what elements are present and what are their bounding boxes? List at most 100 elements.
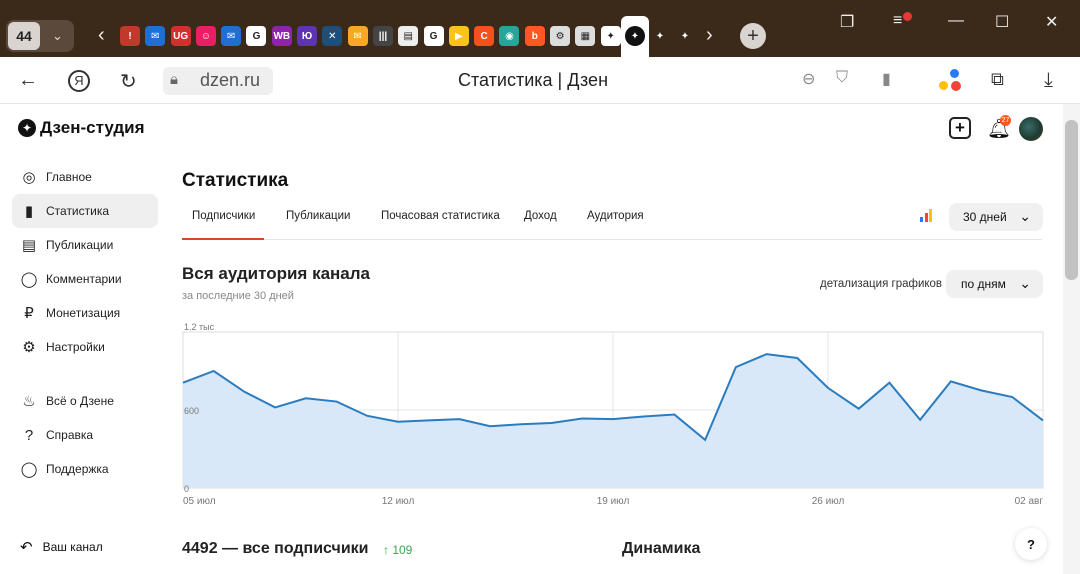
sidebar-item-flame[interactable]: ♨ Всё о Дзене: [12, 384, 158, 418]
sidebar-item-label: Комментарии: [46, 272, 122, 286]
translate-icon[interactable]: ⧉: [991, 69, 1004, 90]
tab-audience[interactable]: Аудитория: [587, 210, 644, 222]
tab-favicon[interactable]: ⚙: [550, 26, 571, 46]
sidebar-item-question[interactable]: ? Справка: [12, 418, 158, 452]
download-icon[interactable]: ⤓: [1044, 69, 1053, 92]
detail-label: детализация графиков: [820, 278, 943, 290]
alice-icon[interactable]: [939, 69, 965, 93]
total-subscribers: 4492 — все подписчики: [182, 540, 369, 557]
y-tick-label: 0: [184, 484, 189, 494]
new-tab-button[interactable]: +: [740, 23, 766, 49]
audience-chart[interactable]: 1.2 тыс 600 0 05 июл 12 июл 19 июл 26 июл 02 ав…: [180, 318, 1050, 510]
tab-favicon[interactable]: ☺: [195, 26, 216, 46]
shield-icon[interactable]: ⛉: [836, 69, 848, 87]
tab-favicon[interactable]: ▦: [575, 26, 596, 46]
tab-favicon[interactable]: ✦: [675, 26, 695, 46]
help-button[interactable]: ?: [1015, 528, 1047, 560]
page-title: Статистика | Дзен: [458, 70, 609, 90]
detail-value: по дням: [961, 277, 1006, 291]
tab-favicon[interactable]: !: [120, 26, 140, 46]
create-button[interactable]: +: [949, 117, 971, 139]
sidebar-item-comments[interactable]: ◯ Комментарии: [12, 262, 158, 296]
tabs-scroll-right-icon[interactable]: ›: [706, 24, 713, 47]
sidebar-item-stats[interactable]: ▮ Статистика: [12, 194, 158, 228]
gear-icon: ⚙: [22, 339, 36, 356]
dzen-logo-icon: ✦: [18, 119, 36, 137]
zoom-icon[interactable]: ⊖: [802, 69, 815, 89]
tab-favicon[interactable]: |||: [372, 26, 393, 46]
tab-publications[interactable]: Публикации: [286, 210, 350, 222]
tab-favicon[interactable]: C: [474, 26, 495, 46]
tab-favicons: ! ✉ UG ☺ ✉ G WB Ю ✕ ✉ ||| ▤ G ▶ C ◉ b ⚙ ▦ ✦: [120, 26, 621, 46]
tab-favicon[interactable]: G: [423, 26, 444, 46]
browser-tab-strip: 44 ⌄ ‹ ! ✉ UG ☺ ✉ G WB Ю ✕ ✉ ||| ▤ G ▶ C ◉ b ⚙ ▦ ✦ ✦ ✦ ✦ › …: [0, 0, 1080, 57]
sidebar-item-label: Статистика: [46, 204, 110, 218]
tab-favicon[interactable]: ✦: [650, 26, 670, 46]
period-select[interactable]: 30 дней ⌄: [949, 203, 1043, 231]
tab-hourly[interactable]: Почасовая статистика: [381, 210, 500, 222]
y-tick-label: 600: [184, 406, 199, 416]
section-subtitle: за последние 30 дней: [182, 290, 294, 302]
tab-favicon[interactable]: ✉: [145, 26, 166, 46]
tab-income[interactable]: Доход: [524, 210, 557, 222]
tab-favicon[interactable]: ✉: [221, 26, 242, 46]
tab-favicon[interactable]: G: [246, 26, 267, 46]
x-tick-label: 05 июл: [183, 496, 216, 507]
your-channel-label: Ваш канал: [42, 540, 103, 554]
sidebar-item-publications[interactable]: ▤ Публикации: [12, 228, 158, 262]
menu-icon[interactable]: ≡: [893, 12, 902, 30]
section-title: Вся аудитория канала: [182, 264, 371, 283]
tab-favicon[interactable]: Ю: [297, 26, 318, 46]
x-tick-label: 02 авг: [1015, 496, 1044, 507]
sidebar-item-ruble[interactable]: ₽ Монетизация: [12, 296, 158, 330]
sidebar-item-label: Поддержка: [46, 462, 109, 476]
x-tick-label: 19 июл: [597, 496, 630, 507]
back-arrow-icon[interactable]: ←: [18, 69, 38, 92]
bookmarks-panel-icon[interactable]: ❐: [840, 12, 854, 32]
tabs-scroll-left-icon[interactable]: ‹: [98, 24, 105, 47]
scrollbar-thumb[interactable]: [1065, 120, 1078, 280]
stats-icon: ▮: [24, 203, 34, 220]
close-icon[interactable]: ✕: [1045, 12, 1058, 32]
notification-count-badge: 27: [1000, 115, 1011, 126]
sidebar-item-label: Главное: [46, 170, 92, 184]
tab-favicon[interactable]: UG: [170, 26, 191, 46]
sidebar-item-chat[interactable]: ◯ Поддержка: [12, 452, 158, 486]
page-heading: Статистика: [182, 170, 289, 191]
sidebar-item-planet[interactable]: ◎ Главное: [12, 160, 158, 194]
x-tick-label: 12 июл: [382, 496, 415, 507]
tab-favicon[interactable]: b: [524, 26, 545, 46]
chevron-down-icon: ⌄: [1019, 208, 1031, 224]
detail-select[interactable]: по дням ⌄: [946, 270, 1043, 298]
reload-icon[interactable]: ↻: [120, 69, 137, 94]
your-channel-link[interactable]: ↶ Ваш канал: [20, 538, 103, 556]
x-tick-label: 26 июл: [812, 496, 845, 507]
address-bar: ← Я ↻ 🔒︎ dzen.ru Статистика | Дзен ⊖ ⛉ ▮…: [0, 57, 1080, 104]
tab-favicon[interactable]: ◉: [499, 26, 520, 46]
active-tab[interactable]: ✦: [621, 16, 649, 57]
tab-favicon[interactable]: ▶: [448, 26, 469, 46]
tab-favicon[interactable]: ✉: [347, 26, 368, 46]
maximize-icon[interactable]: ☐: [995, 12, 1009, 32]
tab-favicon[interactable]: ✕: [322, 26, 343, 46]
yandex-icon[interactable]: Я: [68, 70, 90, 92]
dzen-studio-logo[interactable]: ✦ Дзен-студия: [18, 118, 145, 138]
url-text[interactable]: dzen.ru: [200, 70, 260, 91]
chat-icon: ◯: [20, 461, 38, 478]
question-icon: ?: [24, 426, 34, 444]
tab-favicon[interactable]: ✦: [600, 26, 621, 46]
avatar[interactable]: [1019, 117, 1043, 141]
publications-icon: ▤: [21, 237, 37, 254]
lock-icon[interactable]: 🔒︎: [170, 71, 178, 88]
chevron-down-icon[interactable]: ⌄: [52, 28, 63, 44]
tab-subscribers[interactable]: Подписчики: [182, 210, 264, 240]
tab-count-badge[interactable]: 44: [8, 22, 40, 50]
tab-favicon[interactable]: ▤: [398, 26, 419, 46]
sidebar-item-gear[interactable]: ⚙ Настройки: [12, 330, 158, 364]
minimize-icon[interactable]: —: [948, 12, 964, 30]
bookmark-icon[interactable]: ▮: [882, 69, 891, 89]
metrica-icon[interactable]: [920, 209, 932, 222]
tab-favicon[interactable]: WB: [271, 26, 292, 46]
ruble-icon: ₽: [24, 305, 34, 322]
sidebar-item-label: Монетизация: [46, 306, 121, 320]
